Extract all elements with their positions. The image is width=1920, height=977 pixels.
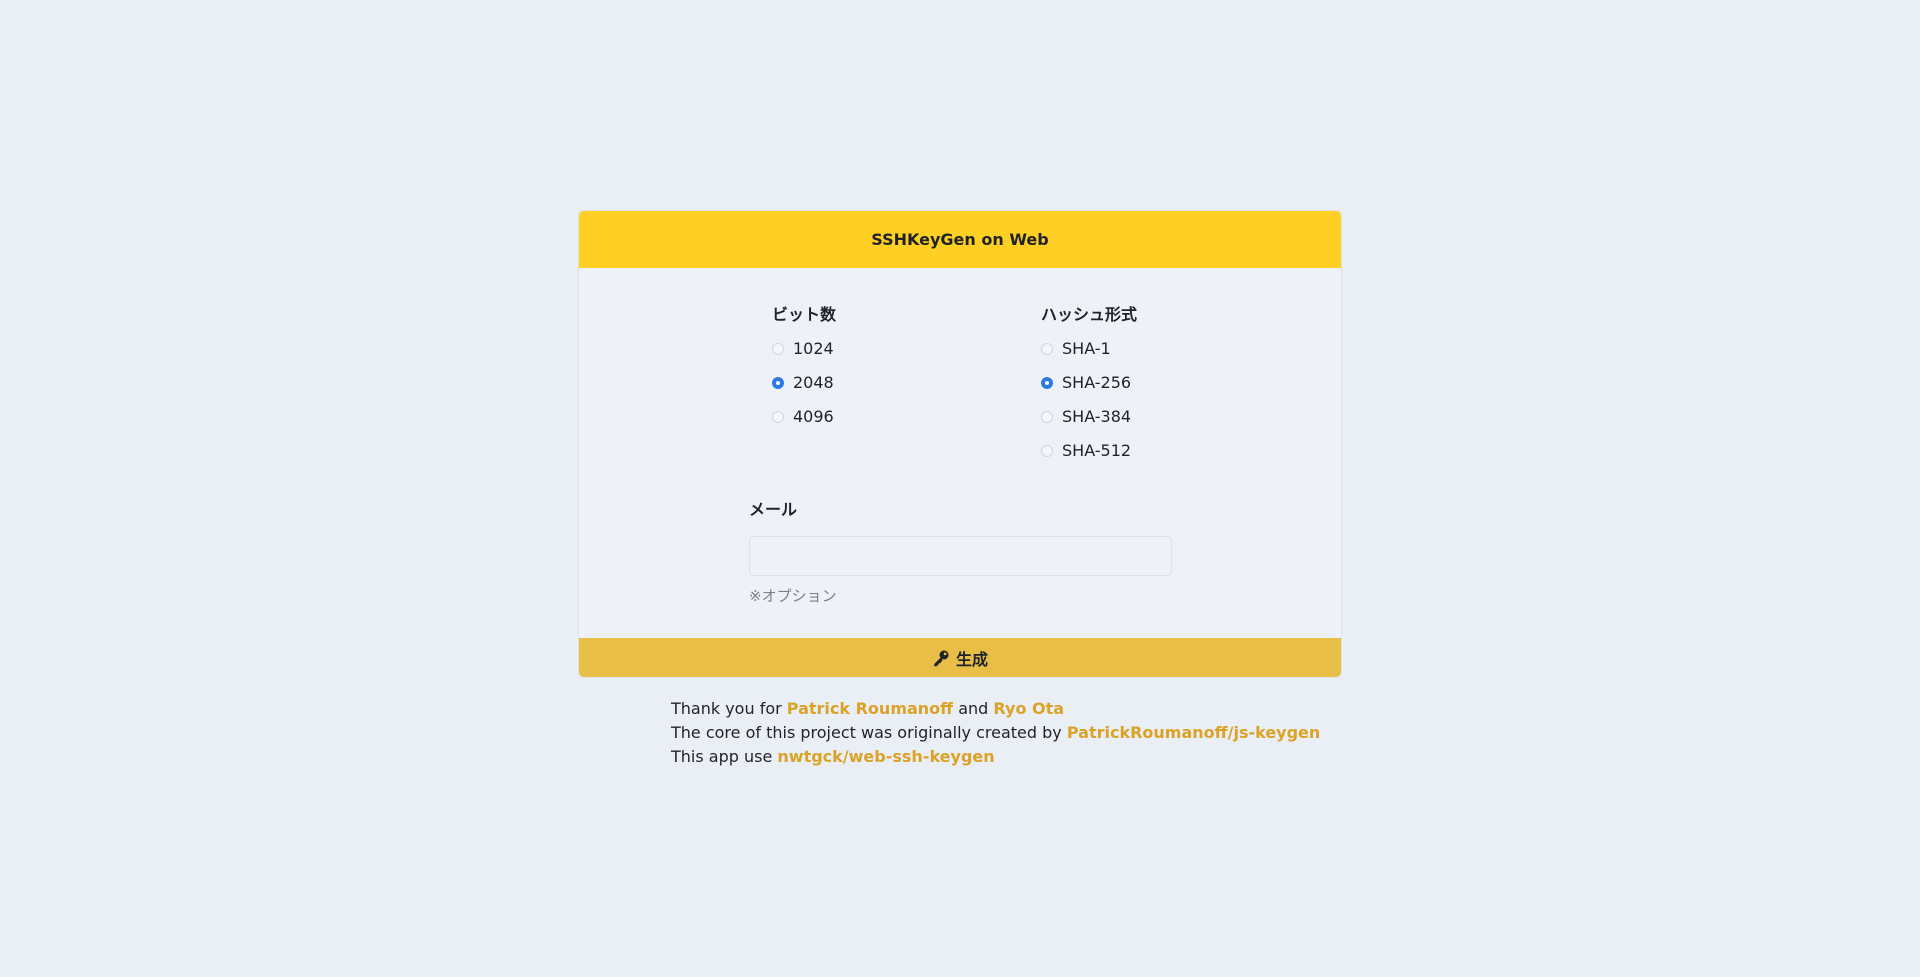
radio-button[interactable] [772, 410, 784, 423]
email-title: メール [749, 500, 798, 519]
radio-label: SHA-384 [1062, 407, 1132, 426]
link-js-keygen[interactable]: PatrickRoumanoff/js-keygen [1067, 723, 1320, 742]
radio-button[interactable] [1041, 376, 1053, 389]
footer-text: The core of this project was originally … [671, 723, 1062, 742]
radio-button[interactable] [772, 342, 784, 355]
footer-text: This app use [671, 747, 773, 766]
radio-hash-sha512[interactable]: SHA-512 [1041, 441, 1131, 460]
radio-label: 4096 [793, 407, 834, 426]
email-hint: ※オプション [749, 587, 837, 605]
radio-label: SHA-1 [1062, 339, 1111, 358]
radio-hash-sha1[interactable]: SHA-1 [1041, 339, 1111, 358]
footer: Thank you for Patrick Roumanoff and Ryo … [671, 697, 1320, 769]
generate-label: 生成 [955, 650, 988, 669]
radio-bits-2048[interactable]: 2048 [772, 373, 834, 392]
radio-button[interactable] [1041, 410, 1053, 423]
footer-line-app: This app use nwtgck/web-ssh-keygen [671, 745, 1320, 769]
radio-bits-4096[interactable]: 4096 [772, 407, 834, 426]
generate-button[interactable]: 生成 [579, 638, 1341, 677]
radio-button[interactable] [1041, 444, 1053, 457]
key-icon [934, 650, 949, 667]
radio-label: 2048 [793, 373, 834, 392]
footer-text: and [958, 699, 989, 718]
radio-button[interactable] [772, 376, 784, 389]
radio-hash-sha256[interactable]: SHA-256 [1041, 373, 1131, 392]
link-web-ssh-keygen[interactable]: nwtgck/web-ssh-keygen [777, 747, 994, 766]
card-header: SSHKeyGen on Web [579, 211, 1341, 268]
footer-line-thanks: Thank you for Patrick Roumanoff and Ryo … [671, 697, 1320, 721]
radio-label: SHA-256 [1062, 373, 1132, 392]
bits-group-title: ビット数 [772, 305, 837, 324]
page-title: SSHKeyGen on Web [871, 230, 1049, 249]
radio-label: SHA-512 [1062, 441, 1132, 460]
link-ryo-ota[interactable]: Ryo Ota [993, 699, 1064, 718]
keygen-card: SSHKeyGen on Web ビット数 1024 2048 4096 ハッシ… [578, 210, 1342, 678]
hash-group-title: ハッシュ形式 [1041, 305, 1138, 324]
footer-line-core: The core of this project was originally … [671, 721, 1320, 745]
radio-label: 1024 [793, 339, 834, 358]
radio-button[interactable] [1041, 342, 1053, 355]
link-patrick-roumanoff[interactable]: Patrick Roumanoff [787, 699, 953, 718]
radio-hash-sha384[interactable]: SHA-384 [1041, 407, 1131, 426]
email-field[interactable] [749, 536, 1172, 576]
footer-text: Thank you for [671, 699, 782, 718]
radio-bits-1024[interactable]: 1024 [772, 339, 834, 358]
